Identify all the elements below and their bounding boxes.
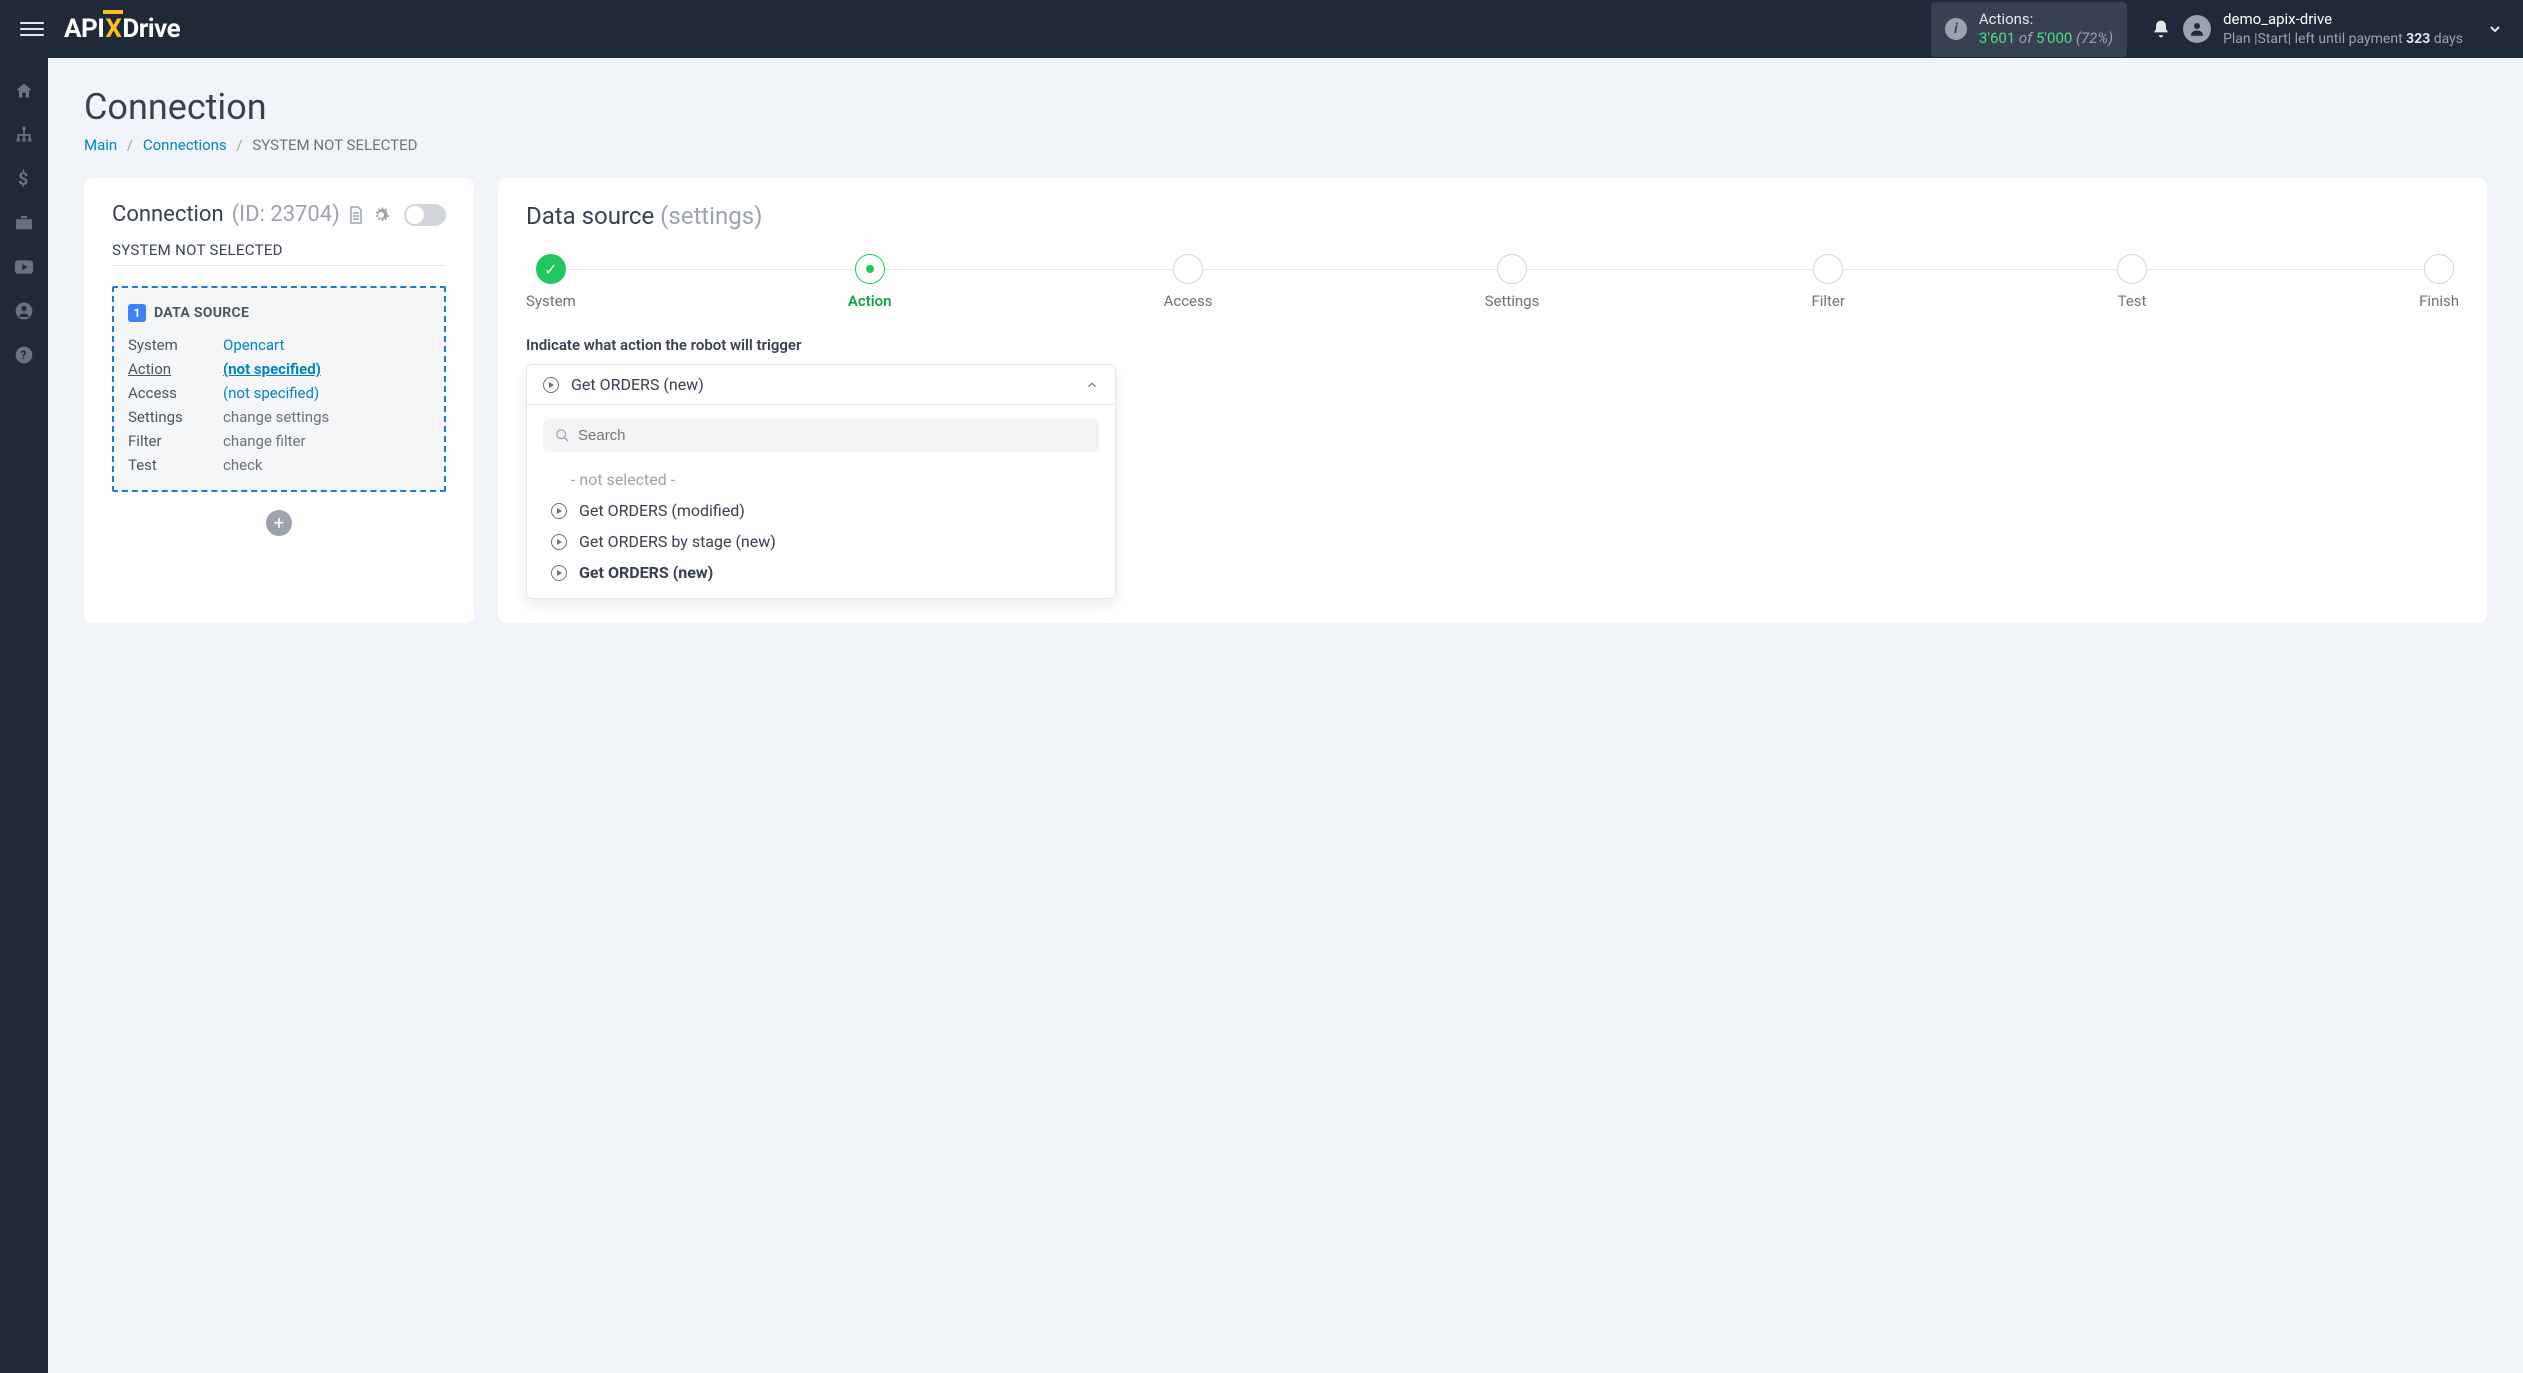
step-filter[interactable]: Filter: [1811, 254, 1845, 310]
option-orders-new[interactable]: Get ORDERS (new): [543, 557, 1099, 588]
user-circle-icon[interactable]: [13, 300, 35, 322]
step-test[interactable]: Test: [2117, 254, 2147, 310]
check-icon: [536, 254, 566, 284]
settings-card: Data source (settings) System Action: [498, 178, 2487, 623]
step-action[interactable]: Action: [848, 254, 892, 310]
conn-title: Connection: [112, 202, 224, 227]
chevron-down-icon[interactable]: [2487, 21, 2503, 37]
play-icon: [551, 534, 567, 550]
row-test-value[interactable]: check: [223, 456, 430, 474]
step-settings[interactable]: Settings: [1485, 254, 1540, 310]
source-box-title: DATA SOURCE: [154, 305, 249, 321]
play-icon: [551, 503, 567, 519]
row-system-label: System: [128, 336, 223, 354]
breadcrumb-current: SYSTEM NOT SELECTED: [252, 136, 417, 154]
document-icon[interactable]: [348, 206, 364, 224]
search-icon: [555, 428, 570, 443]
actions-counter[interactable]: i Actions: 3'601 of 5'000 (72%): [1931, 2, 2127, 57]
stepper: System Action Access Settings: [526, 254, 2459, 310]
data-source-box: 1 DATA SOURCE System Opencart Action (no…: [112, 286, 446, 492]
connection-toggle[interactable]: [404, 204, 446, 226]
logo-x: X: [105, 14, 121, 44]
row-test-label: Test: [128, 456, 223, 474]
option-orders-modified[interactable]: Get ORDERS (modified): [543, 495, 1099, 526]
video-icon[interactable]: [13, 256, 35, 278]
menu-toggle[interactable]: [20, 17, 44, 41]
dropdown-trigger[interactable]: Get ORDERS (new): [527, 365, 1115, 405]
connections-icon[interactable]: [13, 124, 35, 146]
add-destination-button[interactable]: +: [266, 510, 292, 536]
topbar: APIXDrive i Actions: 3'601 of 5'000 (72%…: [0, 0, 2523, 58]
row-action-label[interactable]: Action: [128, 360, 223, 378]
row-settings-value[interactable]: change settings: [223, 408, 430, 426]
actions-current: 3'601: [1979, 29, 2015, 47]
row-filter-value[interactable]: change filter: [223, 432, 430, 450]
actions-pct: (72%): [2072, 29, 2113, 47]
breadcrumb: Main / Connections / SYSTEM NOT SELECTED: [84, 136, 2487, 154]
actions-of: of: [2015, 29, 2036, 47]
avatar-icon: [2183, 15, 2211, 43]
breadcrumb-main[interactable]: Main: [84, 136, 117, 154]
main-content: Connection Main / Connections / SYSTEM N…: [48, 58, 2523, 1373]
side-nav: $ ?: [0, 58, 48, 1373]
row-access-label: Access: [128, 384, 223, 402]
step-system[interactable]: System: [526, 254, 576, 310]
step-access[interactable]: Access: [1164, 254, 1213, 310]
connection-card: Connection (ID: 23704) SYSTEM NOT SELECT…: [84, 178, 474, 623]
info-icon: i: [1945, 18, 1967, 40]
username: demo_apix-drive: [2223, 10, 2463, 30]
row-system-value[interactable]: Opencart: [223, 336, 430, 354]
row-filter-label: Filter: [128, 432, 223, 450]
play-icon: [543, 377, 559, 393]
plan-info: Plan |Start| left until payment 323 days: [2223, 30, 2463, 48]
option-not-selected[interactable]: - not selected -: [543, 464, 1099, 495]
gear-icon[interactable]: [372, 206, 390, 224]
action-dropdown: Get ORDERS (new) - not selected -: [526, 364, 1116, 599]
action-section-label: Indicate what action the robot will trig…: [526, 336, 2459, 354]
help-icon[interactable]: ?: [13, 344, 35, 366]
user-menu[interactable]: demo_apix-drive Plan |Start| left until …: [2183, 10, 2463, 48]
step-dot-icon: [855, 254, 885, 284]
row-access-value[interactable]: (not specified): [223, 384, 430, 402]
logo-api: API: [64, 14, 104, 44]
conn-id: (ID: 23704): [232, 202, 340, 227]
svg-text:?: ?: [21, 348, 27, 362]
bell-icon[interactable]: [2151, 19, 2171, 39]
actions-max: 5'000: [2036, 29, 2072, 47]
chevron-up-icon: [1085, 378, 1099, 392]
row-action-value[interactable]: (not specified): [223, 360, 430, 378]
home-icon[interactable]: [13, 80, 35, 102]
briefcase-icon[interactable]: [13, 212, 35, 234]
search-input[interactable]: [578, 427, 1087, 444]
page-title: Connection: [84, 86, 2487, 128]
step-finish[interactable]: Finish: [2419, 254, 2459, 310]
settings-title: Data source (settings): [526, 202, 2459, 230]
breadcrumb-connections[interactable]: Connections: [143, 136, 227, 154]
actions-label: Actions:: [1979, 10, 2113, 30]
logo-drive: Drive: [122, 14, 180, 44]
row-settings-label: Settings: [128, 408, 223, 426]
conn-subtitle: SYSTEM NOT SELECTED: [112, 241, 446, 259]
dropdown-search[interactable]: [543, 419, 1099, 452]
option-orders-by-stage[interactable]: Get ORDERS by stage (new): [543, 526, 1099, 557]
source-number: 1: [128, 304, 146, 322]
play-icon: [551, 565, 567, 581]
svg-text:$: $: [18, 169, 28, 189]
dropdown-selected: Get ORDERS (new): [571, 375, 1073, 394]
logo[interactable]: APIXDrive: [64, 14, 180, 44]
billing-icon[interactable]: $: [13, 168, 35, 190]
